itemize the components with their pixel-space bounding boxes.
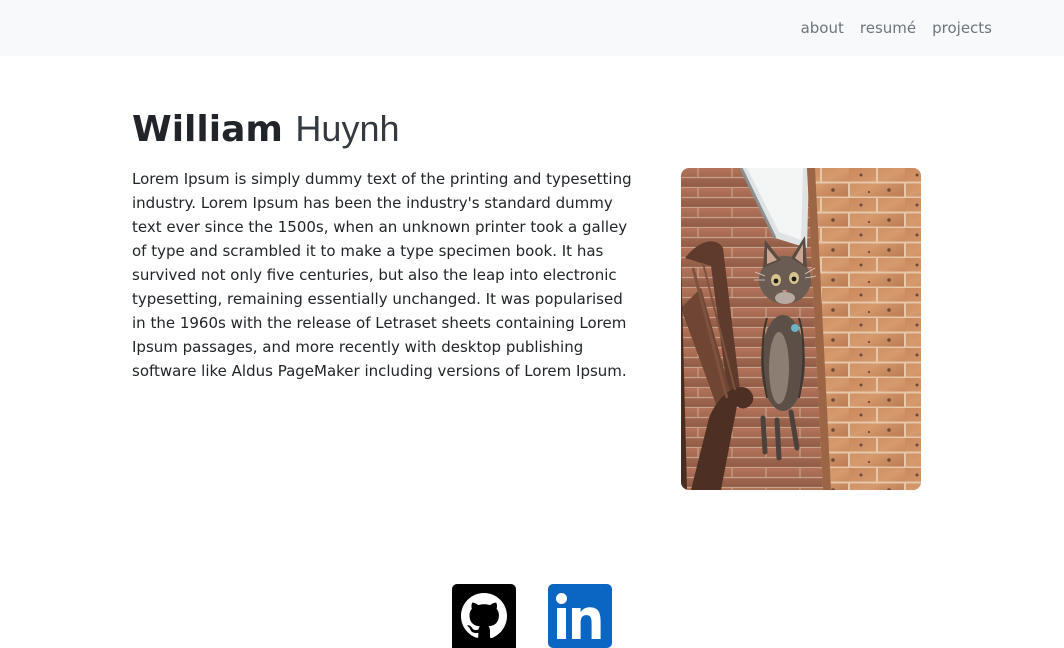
nav-link-about[interactable]: about [801,17,844,39]
github-link[interactable] [452,584,516,648]
last-name: Huynh [295,108,400,149]
social-links [452,584,612,648]
linkedin-icon [548,584,612,648]
nav-link-projects[interactable]: projects [932,17,992,39]
nav-link-resume[interactable]: resumé [860,17,916,39]
profile-photo [681,168,921,490]
nav-links: about resumé projects [801,17,992,39]
github-icon [452,584,516,648]
bio-paragraph: Lorem Ipsum is simply dummy text of the … [132,170,632,380]
page-title: William Huynh [132,106,399,153]
first-name: William [132,109,283,150]
linkedin-link[interactable] [548,584,612,648]
navbar: about resumé projects [0,0,1064,56]
